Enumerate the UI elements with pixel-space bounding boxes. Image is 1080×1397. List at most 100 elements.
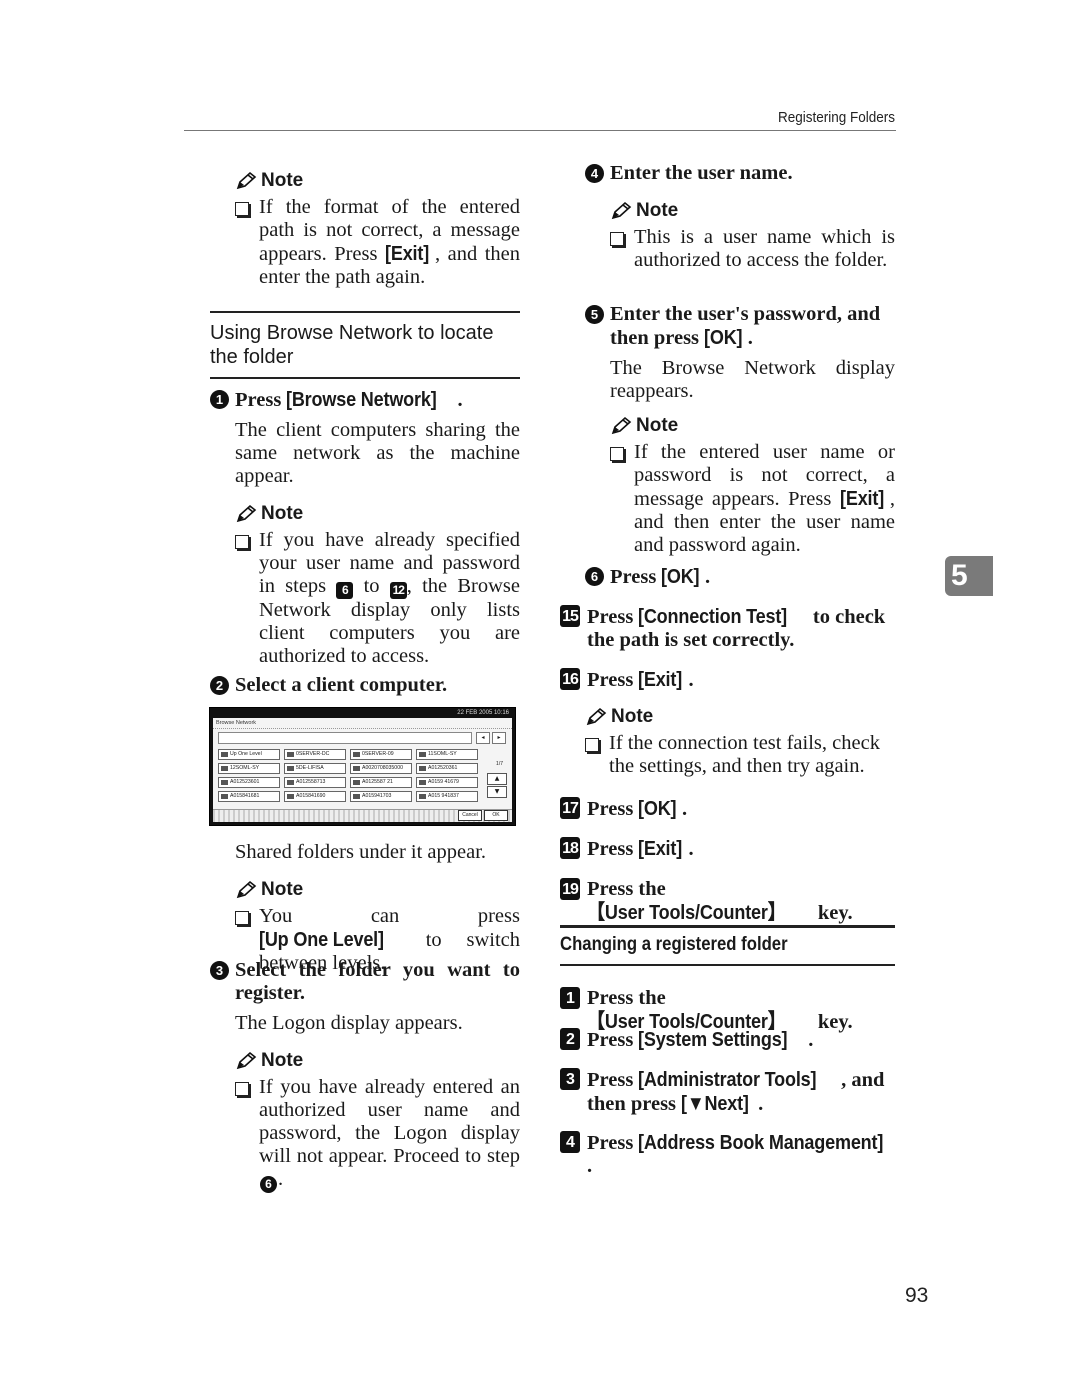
- note-heading: Note: [610, 415, 895, 437]
- computer-icon: [419, 780, 426, 785]
- computer-item: 12SOML-SY: [218, 763, 280, 774]
- folder-icon: [221, 752, 228, 757]
- note-item: If you have already specified your user …: [235, 529, 520, 668]
- scroll-down-icon: ▼: [487, 786, 507, 798]
- checkbox-bullet-icon: [235, 911, 249, 925]
- step-3: 3 Select the folder you want to register…: [210, 959, 520, 1035]
- computer-item: A0125587 21: [350, 777, 412, 788]
- step-5: 5 Enter the user's password, and then pr…: [585, 303, 895, 403]
- step-4: 4 Enter the user name.: [585, 162, 895, 185]
- note-block: Note This is a user name which is author…: [610, 200, 895, 272]
- checkbox-bullet-icon: [235, 535, 249, 549]
- computer-item: A012520361: [416, 763, 478, 774]
- computer-item: 5DE-LIFISA: [284, 763, 346, 774]
- scroll-up-icon: ▲: [487, 773, 507, 785]
- page-indicator: 1/7: [496, 761, 503, 767]
- step-number-icon: 16: [560, 668, 580, 690]
- step-ref-icon: 6: [336, 582, 354, 599]
- step-number-icon: 4: [560, 1131, 580, 1153]
- note-heading: Note: [235, 170, 520, 192]
- computer-item: A012523601: [218, 777, 280, 788]
- step-number-icon: 3: [210, 961, 229, 980]
- step-number-icon: 2: [210, 676, 229, 695]
- computer-icon: [353, 794, 360, 799]
- pencil-icon: [586, 707, 607, 726]
- computer-icon: [221, 766, 228, 771]
- note-block: Note If the entered user name or passwor…: [610, 415, 895, 557]
- result-text: Shared folders under it appear.: [235, 841, 487, 863]
- note-block: Note If the connection test fails, check…: [585, 706, 895, 778]
- computer-list: Up One Level 0SERVER-DC 0SERVER-09 11SOM…: [218, 749, 478, 802]
- section-rule-bottom: [560, 964, 895, 966]
- step-body: The Logon display appears.: [235, 1012, 463, 1034]
- checkbox-bullet-icon: [585, 738, 599, 752]
- ok-button: OK: [484, 810, 508, 821]
- chapter-tab: 5: [945, 556, 993, 596]
- step-17: 17 Press [OK].: [560, 797, 895, 821]
- header-rule: [184, 130, 896, 131]
- note-heading: Note: [585, 706, 895, 728]
- note-heading: Note: [610, 200, 895, 222]
- step-number-icon: 5: [585, 305, 604, 324]
- pencil-icon: [236, 880, 257, 899]
- computer-icon: [353, 752, 360, 757]
- cancel-button: Cancel: [458, 810, 482, 821]
- step-2: 2 Select a client computer.: [210, 674, 520, 697]
- computer-icon: [287, 780, 294, 785]
- note-heading: Note: [235, 879, 520, 901]
- note-item: This is a user name which is authorized …: [610, 226, 895, 272]
- section-rule-top: [560, 925, 895, 928]
- step-number-icon: 3: [560, 1068, 580, 1090]
- computer-icon: [353, 766, 360, 771]
- note-block: Note If you have already specified your …: [235, 503, 520, 668]
- checkbox-bullet-icon: [235, 202, 249, 216]
- computer-item: 0SERVER-DC: [284, 749, 346, 760]
- change-step-1: 1 Press the 【User Tools/Counter】 key.: [560, 987, 895, 1034]
- step-number-icon: 6: [585, 567, 604, 586]
- step-body: The Browse Network display reappears.: [610, 357, 895, 402]
- exit-keyword: [Exit]: [384, 242, 430, 265]
- computer-item: A015841690: [284, 791, 346, 802]
- step-number-icon: 1: [560, 987, 580, 1009]
- step-16: 16 Press [Exit].: [560, 668, 895, 692]
- step-18: 18 Press [Exit].: [560, 837, 895, 861]
- step-ref-icon: 6: [260, 1176, 277, 1193]
- step-body: The client computers sharing the same ne…: [235, 419, 520, 487]
- section-rule-bottom: [210, 377, 520, 379]
- step-number-icon: 2: [560, 1028, 580, 1050]
- computer-item: A0159 41679: [416, 777, 478, 788]
- step-19: 19 Press the 【User Tools/Counter】 key.: [560, 878, 895, 925]
- pencil-icon: [236, 171, 257, 190]
- running-header: Registering Folders: [777, 109, 895, 126]
- page-number: 93: [905, 1284, 929, 1307]
- checkbox-bullet-icon: [235, 1082, 249, 1096]
- step-number-icon: 17: [560, 797, 580, 819]
- computer-icon: [221, 794, 228, 799]
- step-number-icon: 19: [560, 878, 580, 900]
- computer-icon: [419, 752, 426, 757]
- note-block: Note If you have already entered an auth…: [235, 1050, 520, 1193]
- step-6: 6 Press [OK].: [585, 565, 895, 589]
- pencil-icon: [611, 201, 632, 220]
- step-number-icon: 4: [585, 164, 604, 183]
- computer-item: A015 941837: [416, 791, 478, 802]
- computer-item: 0SERVER-09: [350, 749, 412, 760]
- checkbox-bullet-icon: [610, 232, 624, 246]
- prev-arrow-icon: ◂: [476, 732, 490, 744]
- pencil-icon: [236, 504, 257, 523]
- note-heading: Note: [235, 503, 520, 525]
- computer-item: A015841681: [218, 791, 280, 802]
- note-block: Note If the format of the entered path i…: [235, 170, 520, 289]
- section-title: Changing a registered folder: [560, 934, 788, 955]
- note-heading: Note: [235, 1050, 520, 1072]
- checkbox-bullet-icon: [610, 447, 624, 461]
- pencil-icon: [611, 416, 632, 435]
- computer-icon: [287, 752, 294, 757]
- change-step-2: 2 Press [System Settings].: [560, 1028, 895, 1052]
- step-number-icon: 15: [560, 605, 580, 627]
- next-arrow-icon: ▸: [492, 732, 506, 744]
- note-item: If the connection test fails, check the …: [585, 732, 895, 778]
- section-rule-top: [210, 311, 520, 313]
- computer-icon: [287, 766, 294, 771]
- computer-icon: [221, 780, 228, 785]
